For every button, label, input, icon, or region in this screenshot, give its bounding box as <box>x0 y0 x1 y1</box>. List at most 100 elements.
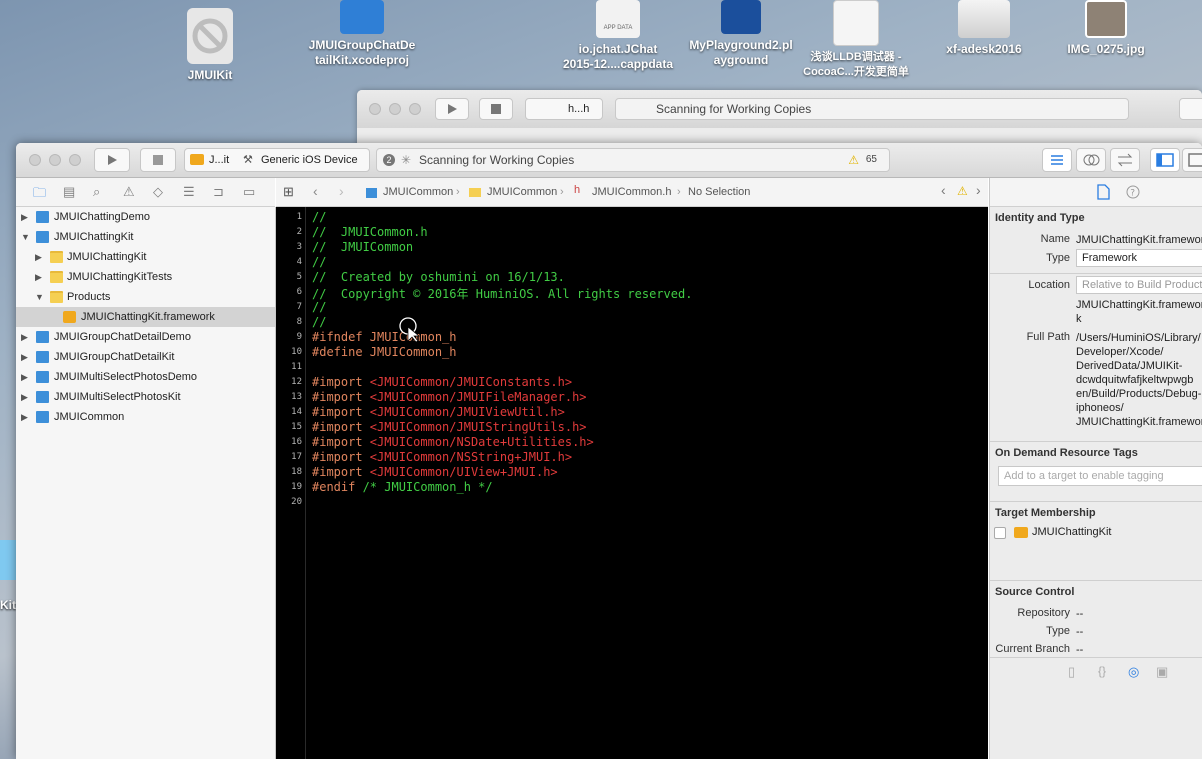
line-number: 5 <box>296 272 302 282</box>
source-editor[interactable]: 1 2 3 4 5 6 7 8 9 10 11 12 13 14 15 16 17 18 19 20 //// JMU… <box>276 207 988 759</box>
project-icon <box>36 371 49 383</box>
desktop-icon-xf-adesk[interactable]: xf-adesk2016 <box>924 0 1044 57</box>
tree-item[interactable]: ▶ JMUIChattingDemo <box>16 207 275 227</box>
breadcrumb-symbol[interactable]: No Selection <box>688 186 750 198</box>
media-library-icon[interactable]: ▣ <box>1156 664 1168 680</box>
desktop-icon-lldb[interactable]: 浅谈LLDB调试器 - CocoaC...开发更简单 <box>796 0 916 80</box>
breadcrumb-file[interactable]: JMUICommon.h <box>592 186 671 198</box>
disclosure-triangle-icon[interactable]: ▶ <box>21 207 31 227</box>
line-number: 2 <box>296 227 302 237</box>
zoom-button[interactable] <box>409 103 421 115</box>
location-select[interactable]: Relative to Build Products <box>1076 276 1202 294</box>
report-navigator-icon[interactable]: ▭ <box>243 184 255 200</box>
tree-item[interactable]: ▶ JMUIMultiSelectPhotosDemo <box>16 367 275 387</box>
full-path-line-2: Developer/Xcode/ <box>1076 346 1164 358</box>
code-line: #import <JMUICommon/NSDate+Utilities.h> <box>312 435 594 449</box>
stop-button[interactable] <box>479 98 513 120</box>
minimize-button[interactable] <box>49 154 61 166</box>
file-inspector-icon[interactable] <box>1096 184 1110 200</box>
odr-tags-field[interactable]: Add to a target to enable tagging <box>998 466 1202 486</box>
disclosure-triangle-icon[interactable]: ▶ <box>35 267 45 287</box>
desktop-icon-label-2: CocoaC...开发更简单 <box>803 66 909 78</box>
xcode-window[interactable]: J...it ⚒ Generic iOS Device 2 ✳ Scanning… <box>16 143 1202 759</box>
desktop-icon-playground[interactable]: MyPlayground2.pl ayground <box>681 0 801 68</box>
folder-icon[interactable]: 🗀 <box>33 184 46 206</box>
tree-item-selected[interactable]: JMUIChattingKit.framework <box>16 307 275 327</box>
help-icon[interactable]: ? <box>1126 185 1140 199</box>
disclosure-triangle-icon[interactable]: ▼ <box>35 287 45 307</box>
test-navigator-icon[interactable]: ◇ <box>153 184 163 200</box>
background-xcode-window[interactable]: h...h Scanning for Working Copies <box>357 90 1202 150</box>
disclosure-triangle-icon[interactable]: ▶ <box>21 327 31 347</box>
membership-checkbox[interactable] <box>994 527 1006 539</box>
name-value[interactable]: JMUIChattingKit.framework <box>1076 233 1202 247</box>
scheme-selector[interactable]: J...it ⚒ Generic iOS Device <box>184 148 370 172</box>
tree-item[interactable]: ▶ JMUIGroupChatDetailKit <box>16 347 275 367</box>
run-button[interactable] <box>94 148 130 172</box>
tree-item[interactable]: ▼ JMUIChattingKit <box>16 227 275 247</box>
disclosure-triangle-icon[interactable]: ▶ <box>21 367 31 387</box>
version-editor-button[interactable] <box>1110 148 1140 172</box>
toggle-navigator-button[interactable] <box>1150 148 1180 172</box>
header-file-icon: h <box>574 184 581 196</box>
stop-button[interactable] <box>140 148 176 172</box>
file-template-icon[interactable]: ▯ <box>1068 664 1075 680</box>
desktop-icon-appdata[interactable]: APP DATA io.jchat.JChat 2015-12....cappd… <box>558 0 678 72</box>
close-button[interactable] <box>29 154 41 166</box>
breadcrumb-separator: › <box>560 186 564 198</box>
zoom-button[interactable] <box>69 154 81 166</box>
line-number: 1 <box>296 212 302 222</box>
object-library-icon[interactable]: ◎ <box>1128 664 1139 680</box>
tree-item[interactable]: ▶ JMUIChattingKitTests <box>16 267 275 287</box>
debug-navigator-icon[interactable]: ☰ <box>183 184 195 200</box>
issue-navigator-icon[interactable]: ⚠ <box>123 184 135 200</box>
current-branch-label: Current Branch <box>995 643 1070 655</box>
play-icon <box>448 104 457 114</box>
code-snippet-icon[interactable]: {} <box>1098 664 1106 678</box>
disclosure-triangle-icon[interactable]: ▶ <box>21 347 31 367</box>
desktop-icon-jmuikit[interactable]: JMUIKit <box>150 8 270 83</box>
location-file-line-1: JMUIChattingKit.framewor <box>1076 299 1202 311</box>
tree-item[interactable]: ▶ JMUIChattingKit <box>16 247 275 267</box>
assistant-editor-button[interactable] <box>1076 148 1106 172</box>
back-arrow-icon[interactable]: ‹ <box>313 183 318 199</box>
tree-item[interactable]: ▶ JMUIMultiSelectPhotosKit <box>16 387 275 407</box>
desktop-icon-img[interactable]: IMG_0275.jpg <box>1046 0 1166 57</box>
close-button[interactable] <box>369 103 381 115</box>
breakpoint-navigator-icon[interactable]: ⊐ <box>213 184 224 200</box>
code-line: // <box>312 315 327 329</box>
tree-item[interactable]: ▶ JMUICommon <box>16 407 275 427</box>
disclosure-triangle-icon[interactable]: ▶ <box>21 387 31 407</box>
breadcrumb-group[interactable]: JMUICommon <box>487 186 557 198</box>
breadcrumb-project[interactable]: JMUICommon <box>383 186 453 198</box>
warning-icon[interactable]: ⚠ <box>957 184 968 198</box>
toggle-debug-area-button[interactable] <box>1182 148 1202 172</box>
warning-count[interactable]: 65 <box>866 149 877 171</box>
desktop-icon-xcodeproj[interactable]: JMUIGroupChatDe tailKit.xcodeproj <box>302 0 422 68</box>
scheme-selector[interactable]: h...h <box>525 98 603 120</box>
import-path: <JMUICommon/JMUIFileManager.h> <box>369 390 587 404</box>
run-button[interactable] <box>435 98 469 120</box>
macro-name: JMUICommon_h <box>369 345 457 359</box>
standard-editor-button[interactable] <box>1042 148 1072 172</box>
disclosure-triangle-icon[interactable]: ▶ <box>35 247 45 267</box>
disclosure-triangle-icon[interactable]: ▶ <box>21 407 31 427</box>
next-issue-icon[interactable]: › <box>976 182 981 198</box>
disclosure-triangle-icon[interactable]: ▼ <box>21 227 31 247</box>
minimize-button[interactable] <box>389 103 401 115</box>
type-select[interactable]: Framework <box>1076 249 1202 267</box>
current-branch-value: -- <box>1076 644 1084 656</box>
previous-issue-icon[interactable]: ‹ <box>941 182 946 198</box>
related-items-icon[interactable]: ⊞ <box>283 184 294 200</box>
tree-item-label: JMUIGroupChatDetailDemo <box>54 331 191 343</box>
symbol-navigator-icon[interactable]: ▤ <box>63 184 75 200</box>
tree-item[interactable]: ▶ JMUIGroupChatDetailDemo <box>16 327 275 347</box>
forward-arrow-icon[interactable]: › <box>339 183 344 199</box>
tree-item[interactable]: ▼ Products <box>16 287 275 307</box>
xcodeproj-icon <box>340 0 384 34</box>
folder-icon <box>50 291 63 303</box>
search-icon[interactable]: ⌕ <box>93 184 100 200</box>
editor-standard-button[interactable] <box>1179 98 1202 120</box>
warning-icon[interactable]: ⚠ <box>848 149 859 171</box>
odr-section-title: On Demand Resource Tags <box>995 447 1138 459</box>
